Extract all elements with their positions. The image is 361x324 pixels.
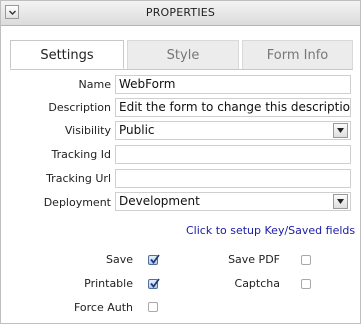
captcha-checkbox[interactable] (301, 279, 311, 289)
panel-header: PROPERTIES (1, 1, 360, 26)
tracking-url-field[interactable] (115, 169, 351, 188)
tab-style[interactable]: Style (127, 40, 239, 69)
visibility-value: Public (119, 123, 155, 137)
force-auth-label: Force Auth (73, 301, 133, 314)
deployment-dropdown-button[interactable] (333, 194, 348, 209)
setup-key-fields-link[interactable]: Click to setup Key/Saved fields (186, 224, 355, 237)
description-field[interactable]: Edit the form to change this description (115, 98, 351, 117)
checkmark-icon (150, 254, 160, 264)
save-pdf-label: Save PDF (228, 253, 280, 266)
save-checkbox[interactable] (148, 254, 160, 265)
deployment-label: Deployment (43, 196, 111, 209)
chevron-down-icon (337, 199, 344, 204)
visibility-label: Visibility (64, 124, 111, 137)
save-label: Save (105, 253, 133, 266)
tracking-id-label: Tracking Id (51, 148, 111, 161)
force-auth-checkbox[interactable] (148, 302, 158, 312)
printable-label: Printable (84, 277, 133, 290)
tracking-id-field[interactable] (115, 145, 351, 164)
tab-bar: Settings Style Form Info (10, 40, 353, 70)
panel-title: PROPERTIES (145, 6, 216, 19)
checkmark-icon (150, 278, 160, 288)
tab-settings[interactable]: Settings (10, 40, 124, 69)
chevron-down-icon (337, 128, 344, 133)
deployment-select[interactable]: Development (115, 192, 351, 211)
save-pdf-checkbox[interactable] (301, 255, 311, 265)
captcha-label: Captcha (234, 277, 280, 290)
visibility-select[interactable]: Public (115, 121, 351, 140)
deployment-value: Development (119, 194, 200, 208)
name-label: Name (78, 78, 111, 91)
tab-form-info[interactable]: Form Info (242, 40, 353, 69)
printable-checkbox[interactable] (148, 278, 160, 289)
description-label: Description (48, 101, 111, 114)
name-field[interactable]: WebForm (115, 75, 351, 94)
tracking-url-label: Tracking Url (46, 172, 111, 185)
visibility-dropdown-button[interactable] (333, 123, 348, 138)
